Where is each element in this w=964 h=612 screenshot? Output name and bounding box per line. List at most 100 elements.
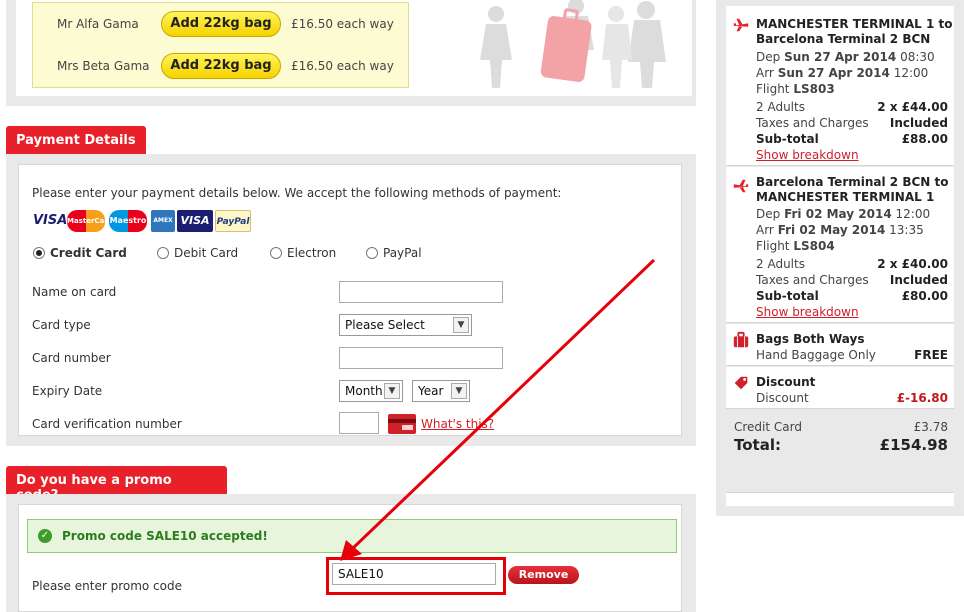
bags-summary-item: Hand Baggage Only FREE xyxy=(756,348,948,362)
passenger-name: Mrs Beta Gama xyxy=(57,59,150,73)
pax-price: 2 x £44.00 xyxy=(877,100,948,114)
amex-logo: AMEX xyxy=(151,210,175,232)
payment-details-tab: Payment Details xyxy=(6,126,146,156)
inbound-passengers: 2 Adults 2 x £40.00 xyxy=(756,257,948,271)
totals: Credit Card £3.78 Total: £154.98 xyxy=(726,416,954,496)
bags-summary-title: Bags Both Ways xyxy=(756,332,865,346)
inbound-subtotal: Sub-total £80.00 xyxy=(756,289,948,303)
outbound-flight-box: MANCHESTER TERMINAL 1 to Barcelona Termi… xyxy=(726,6,954,166)
discount-title: Discount xyxy=(756,375,816,389)
remove-promo-button[interactable]: Remove xyxy=(508,566,579,584)
highlight-box xyxy=(326,557,506,595)
bags-panel: Mr Alfa Gama Add 22kg bag £16.50 each wa… xyxy=(6,0,696,106)
inbound-route-line1: Barcelona Terminal 2 BCN to xyxy=(756,175,949,189)
promo-success-text: Promo code SALE10 accepted! xyxy=(62,529,268,543)
dep-time: 12:00 xyxy=(895,207,931,221)
pax-price: 2 x £40.00 xyxy=(877,257,948,271)
bag-row: Mrs Beta Gama Add 22kg bag £16.50 each w… xyxy=(33,51,408,81)
dep-date: Sun 27 Apr 2014 xyxy=(784,50,897,64)
outbound-departure: Dep Sun 27 Apr 2014 08:30 xyxy=(756,50,948,64)
passenger-name: Mr Alfa Gama xyxy=(57,17,139,31)
discount-value: £-16.80 xyxy=(896,391,948,405)
pax-label: 2 Adults xyxy=(756,257,805,271)
visa-electron-logo: VISA xyxy=(177,210,213,232)
total-value: £154.98 xyxy=(879,436,948,454)
arr-prefix: Arr xyxy=(756,223,774,237)
promo-success-message: ✓ Promo code SALE10 accepted! xyxy=(27,519,677,553)
promo-code-label: Please enter promo code xyxy=(32,579,182,593)
outbound-taxes: Taxes and Charges Included xyxy=(756,116,948,130)
paypal-logo: PayPal xyxy=(215,210,251,232)
inbound-departure: Dep Fri 02 May 2014 12:00 xyxy=(756,207,948,221)
outbound-show-breakdown-link[interactable]: Show breakdown xyxy=(756,148,948,162)
airplane-icon xyxy=(733,18,749,32)
cvv-input[interactable] xyxy=(339,412,379,434)
chevron-down-icon: ▼ xyxy=(453,317,469,333)
booking-summary: MANCHESTER TERMINAL 1 to Barcelona Termi… xyxy=(716,0,964,516)
dep-prefix: Dep xyxy=(756,50,781,64)
credit-card-fee-value: £3.78 xyxy=(913,420,948,434)
flight-prefix: Flight xyxy=(756,239,790,253)
dep-prefix: Dep xyxy=(756,207,781,221)
outbound-subtotal: Sub-total £88.00 xyxy=(756,132,948,146)
chevron-down-icon: ▼ xyxy=(451,383,467,399)
outbound-passengers: 2 Adults 2 x £44.00 xyxy=(756,100,948,114)
expiry-year-select[interactable]: Year ▼ xyxy=(412,380,470,402)
discount-item: Discount £-16.80 xyxy=(756,391,948,405)
dep-time: 08:30 xyxy=(900,50,935,64)
chevron-down-icon: ▼ xyxy=(384,383,400,399)
maestro-logo: Maestro xyxy=(109,210,147,232)
outbound-arrival: Arr Sun 27 Apr 2014 12:00 xyxy=(756,66,948,80)
card-number-input[interactable] xyxy=(339,347,503,369)
airplane-icon xyxy=(733,179,749,193)
expiry-month-select[interactable]: Month ▼ xyxy=(339,380,403,402)
radio-label: Electron xyxy=(287,246,337,260)
suitcase-icon xyxy=(733,331,749,348)
card-type-select[interactable]: Please Select ▼ xyxy=(339,314,472,336)
payment-method-group: Credit Card Debit Card Electron PayPal xyxy=(33,245,633,265)
dep-date: Fri 02 May 2014 xyxy=(784,207,892,221)
expiry-date-label: Expiry Date xyxy=(32,384,103,398)
name-on-card-input[interactable] xyxy=(339,281,503,303)
arr-time: 13:35 xyxy=(889,223,924,237)
expiry-month-value: Month xyxy=(345,384,383,398)
bag-price: £16.50 each way xyxy=(291,17,394,31)
card-type-label: Card type xyxy=(32,318,91,332)
credit-card-fee-label: Credit Card xyxy=(734,420,802,434)
inbound-show-breakdown-link[interactable]: Show breakdown xyxy=(756,305,948,319)
bags-inner: Mr Alfa Gama Add 22kg bag £16.50 each wa… xyxy=(16,0,692,96)
taxes-value: Included xyxy=(889,273,948,287)
credit-card-fee: Credit Card £3.78 xyxy=(734,420,948,434)
add-bag-button[interactable]: Add 22kg bag xyxy=(161,53,281,79)
bag-price: £16.50 each way xyxy=(291,59,394,73)
arr-prefix: Arr xyxy=(756,66,774,80)
bags-box: Mr Alfa Gama Add 22kg bag £16.50 each wa… xyxy=(32,2,409,88)
flight-number: LS803 xyxy=(793,82,835,96)
radio-label: Credit Card xyxy=(50,246,127,260)
radio-icon xyxy=(270,247,282,259)
expiry-year-value: Year xyxy=(418,384,444,398)
subtotal-value: £88.00 xyxy=(901,132,948,146)
whats-this-link[interactable]: What's this? xyxy=(421,417,494,431)
radio-icon xyxy=(366,247,378,259)
check-icon: ✓ xyxy=(38,529,52,543)
subtotal-value: £80.00 xyxy=(901,289,948,303)
payment-intro: Please enter your payment details below.… xyxy=(32,186,562,200)
flight-number: LS804 xyxy=(793,239,835,253)
radio-label: PayPal xyxy=(383,246,422,260)
bags-item-label: Hand Baggage Only xyxy=(756,348,876,362)
discount-item-label: Discount xyxy=(756,391,809,405)
inbound-flight-box: Barcelona Terminal 2 BCN to MANCHESTER T… xyxy=(726,167,954,323)
credit-card-icon xyxy=(388,414,416,434)
arr-date: Fri 02 May 2014 xyxy=(777,223,886,237)
card-number-label: Card number xyxy=(32,351,111,365)
bags-item-value: FREE xyxy=(914,348,948,362)
arr-time: 12:00 xyxy=(893,66,929,80)
tag-icon xyxy=(734,376,748,390)
taxes-label: Taxes and Charges xyxy=(756,273,869,287)
pax-label: 2 Adults xyxy=(756,100,805,114)
add-bag-button[interactable]: Add 22kg bag xyxy=(161,11,281,37)
inbound-taxes: Taxes and Charges Included xyxy=(756,273,948,287)
summary-footer xyxy=(726,492,954,506)
inbound-flight-number: Flight LS804 xyxy=(756,239,948,253)
